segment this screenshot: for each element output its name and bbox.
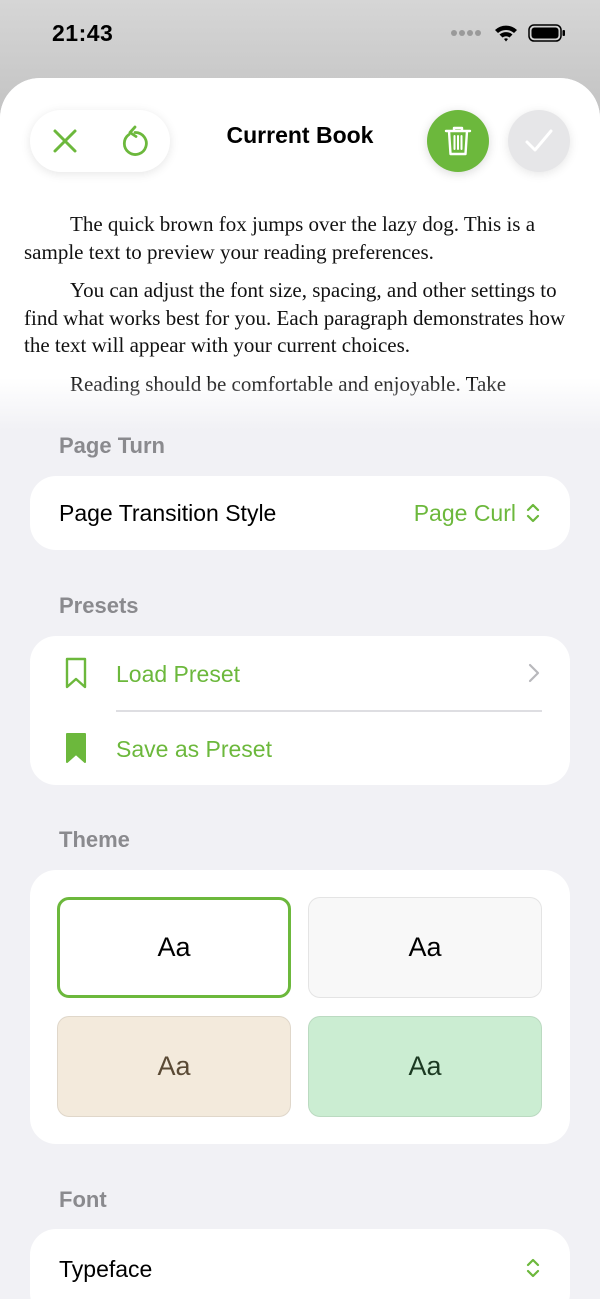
nav-pill: [30, 110, 170, 172]
confirm-button[interactable]: [508, 110, 570, 172]
section-header-theme: Theme: [59, 827, 130, 852]
section-header-page-turn: Page Turn: [59, 433, 165, 458]
battery-icon: [528, 24, 565, 42]
theme-tile-label: Aa: [408, 932, 442, 962]
reset-button[interactable]: [113, 119, 157, 163]
save-preset-row[interactable]: Save as Preset: [30, 711, 570, 785]
settings-sheet: The quick brown fox jumps over the lazy …: [0, 78, 600, 1299]
chevron-up-down-icon: [526, 1258, 540, 1278]
status-bar: 21:43: [0, 0, 600, 66]
bookmark-outline-icon: [65, 657, 87, 689]
load-preset-row[interactable]: Load Preset: [30, 636, 570, 711]
reset-icon: [122, 125, 148, 156]
typeface-row[interactable]: Typeface: [30, 1229, 570, 1299]
section-header-presets: Presets: [59, 593, 139, 618]
trash-icon: [444, 126, 472, 156]
typeface-label: Typeface: [59, 1256, 153, 1282]
bookmark-filled-icon: [66, 733, 86, 763]
status-icons: [450, 24, 566, 42]
theme-tile-label: Aa: [157, 932, 191, 962]
wifi-icon: [495, 25, 517, 42]
presets-card: Load Preset Save as Preset: [30, 636, 570, 785]
close-icon: [53, 129, 77, 153]
chevron-up-down-icon: [526, 503, 540, 523]
theme-tile-label: Aa: [157, 1051, 191, 1081]
preview-paragraph: The quick brown fox jumps over the lazy …: [24, 212, 536, 264]
text-preview: The quick brown fox jumps over the lazy …: [0, 78, 600, 430]
theme-tile-sepia[interactable]: Aa: [57, 1016, 291, 1117]
save-preset-label: Save as Preset: [116, 736, 272, 762]
status-time: 21:43: [52, 19, 114, 46]
signal-icon: [451, 30, 481, 36]
chevron-right-icon: [528, 663, 540, 683]
close-button[interactable]: [43, 119, 87, 163]
theme-tile-white[interactable]: Aa: [57, 897, 291, 998]
theme-tile-light-gray[interactable]: Aa: [308, 897, 542, 998]
preview-fade: [0, 378, 600, 430]
preview-paragraph: You can adjust the font size, spacing, a…: [24, 278, 566, 357]
theme-tile-label: Aa: [408, 1051, 442, 1081]
load-preset-label: Load Preset: [116, 661, 241, 687]
page-title: Current Book: [226, 122, 374, 148]
theme-card: Aa Aa Aa Aa: [30, 870, 570, 1144]
theme-tile-green[interactable]: Aa: [308, 1016, 542, 1117]
page-transition-label: Page Transition Style: [59, 500, 277, 526]
page-transition-value[interactable]: Page Curl: [414, 500, 516, 527]
section-header-font: Font: [59, 1187, 107, 1212]
delete-button[interactable]: [427, 110, 489, 172]
checkmark-icon: [525, 129, 553, 152]
page-transition-row[interactable]: Page Transition Style Page Curl: [30, 476, 570, 550]
